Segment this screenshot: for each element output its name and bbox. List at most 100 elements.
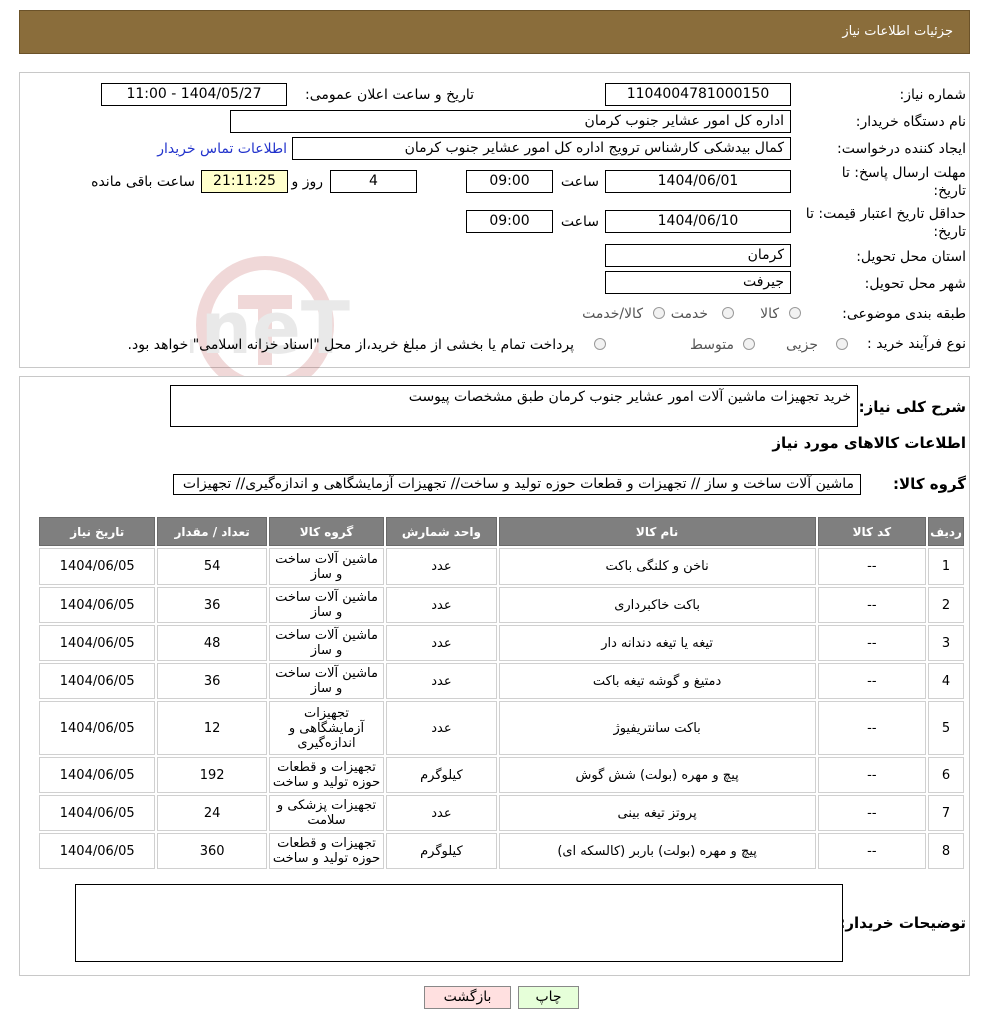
cell-qty: 12 <box>157 701 267 755</box>
cell-date: 1404/06/05 <box>39 757 156 793</box>
category-radio-goods[interactable] <box>789 307 801 319</box>
deadline-label-2: تاریخ: <box>933 183 966 199</box>
cell-code: -- <box>817 757 927 793</box>
days-remaining-field: 4 <box>330 170 417 193</box>
cell-group: تجهیزات آزمایشگاهی و اندازه‌گیری <box>268 701 385 755</box>
cell-qty: 48 <box>157 625 267 661</box>
page-title: جزئیات اطلاعات نیاز <box>842 24 953 39</box>
cell-unit: عدد <box>386 625 497 661</box>
items-table: ردیف کد کالا نام کالا واحد شمارش گروه کا… <box>37 515 966 871</box>
cell-idx: 2 <box>928 587 964 623</box>
print-button[interactable]: چاپ <box>518 986 579 1009</box>
cell-name: ناخن و کلنگی باکت <box>498 548 816 585</box>
table-row: 3 -- تیغه یا تیغه دندانه دار عدد ماشین آلات … <box>39 625 964 661</box>
deadline-time-field: 09:00 <box>466 170 553 193</box>
province-label: استان محل تحویل: <box>856 249 966 265</box>
table-header-row: ردیف کد کالا نام کالا واحد شمارش گروه کا… <box>39 517 964 546</box>
cell-group: تجهیزات و قطعات حوزه تولید و ساخت <box>268 833 385 869</box>
cell-unit: عدد <box>386 548 497 585</box>
category-option-goods: کالا <box>760 306 779 322</box>
table-row: 6 -- پیچ و مهره (بولت) شش گوش کیلوگرم تجهیزا… <box>39 757 964 793</box>
cell-idx: 4 <box>928 663 964 699</box>
cell-code: -- <box>817 548 927 585</box>
cell-idx: 7 <box>928 795 964 831</box>
cell-unit: عدد <box>386 587 497 623</box>
deadline-label: مهلت ارسال پاسخ: تا <box>841 165 966 181</box>
page-header: جزئیات اطلاعات نیاز <box>19 10 970 54</box>
process-option-minor: جزیی <box>786 337 818 353</box>
buyer-contact-link[interactable]: اطلاعات تماس خریدار <box>157 141 287 157</box>
items-table-wrapper: ردیف کد کالا نام کالا واحد شمارش گروه کا… <box>37 515 966 871</box>
validity-date-field: 1404/06/10 <box>605 210 791 233</box>
col-header-idx: ردیف <box>928 517 964 546</box>
items-title: اطلاعات کالاهای مورد نیاز <box>772 434 966 452</box>
cell-qty: 192 <box>157 757 267 793</box>
goods-group-label: گروه کالا: <box>893 475 966 493</box>
buyer-notes-field[interactable] <box>75 884 843 962</box>
validity-label: حداقل تاریخ اعتبار قیمت: تا <box>805 206 966 222</box>
back-button[interactable]: بازگشت <box>424 986 511 1009</box>
category-label: طبقه بندی موضوعی: <box>842 306 966 322</box>
col-header-unit: واحد شمارش <box>386 517 497 546</box>
col-header-date: تاریخ نیاز <box>39 517 156 546</box>
cell-group: ماشین آلات ساخت و ساز <box>268 587 385 623</box>
category-option-goods-service: کالا/خدمت <box>582 306 643 322</box>
deadline-time-label: ساعت <box>560 174 599 190</box>
process-radio-minor[interactable] <box>836 338 848 350</box>
items-table-body: 1 -- ناخن و کلنگی باکت عدد ماشین آلات ساخت و… <box>39 548 964 869</box>
cell-qty: 36 <box>157 587 267 623</box>
cell-name: باکت خاکبرداری <box>498 587 816 623</box>
cell-date: 1404/06/05 <box>39 833 156 869</box>
cell-code: -- <box>817 795 927 831</box>
cell-code: -- <box>817 587 927 623</box>
need-number-field: 1104004781000150 <box>605 83 791 106</box>
cell-code: -- <box>817 663 927 699</box>
table-row: 4 -- دمتیغ و گوشه تیغه باکت عدد ماشین آلات س… <box>39 663 964 699</box>
remaining-time-field: 21:11:25 <box>201 170 288 193</box>
cell-group: ماشین آلات ساخت و ساز <box>268 625 385 661</box>
cell-code: -- <box>817 833 927 869</box>
col-header-qty: تعداد / مقدار <box>157 517 267 546</box>
cell-name: پیچ و مهره (بولت) باربر (کالسکه ای) <box>498 833 816 869</box>
validity-time-label: ساعت <box>560 214 599 230</box>
cell-idx: 3 <box>928 625 964 661</box>
days-label: روز و <box>291 174 324 190</box>
cell-name: پیچ و مهره (بولت) شش گوش <box>498 757 816 793</box>
announce-label: تاریخ و ساعت اعلان عمومی: <box>305 87 474 103</box>
deadline-date-field: 1404/06/01 <box>605 170 791 193</box>
cell-group: تجهیزات پزشکی و سلامت <box>268 795 385 831</box>
process-radio-medium[interactable] <box>743 338 755 350</box>
cell-name: دمتیغ و گوشه تیغه باکت <box>498 663 816 699</box>
province-field: کرمان <box>605 244 791 267</box>
creator-field: کمال بیدشکی کارشناس ترویج اداره کل امور … <box>292 137 791 160</box>
cell-name: تیغه یا تیغه دندانه دار <box>498 625 816 661</box>
cell-name: باکت سانتریفیوژ <box>498 701 816 755</box>
cell-unit: عدد <box>386 663 497 699</box>
cell-code: -- <box>817 701 927 755</box>
announce-datetime-field: 1404/05/27 - 11:00 <box>101 83 287 106</box>
table-row: 1 -- ناخن و کلنگی باکت عدد ماشین آلات ساخت و… <box>39 548 964 585</box>
cell-code: -- <box>817 625 927 661</box>
buyer-notes-label: توضیحات خریدار: <box>839 914 966 932</box>
process-radio-treasury[interactable] <box>594 338 606 350</box>
process-option-medium: متوسط <box>690 337 734 353</box>
need-desc-field[interactable]: خرید تجهیزات ماشین آلات امور عشایر جنوب … <box>170 385 858 427</box>
cell-date: 1404/06/05 <box>39 701 156 755</box>
cell-unit: کیلوگرم <box>386 757 497 793</box>
cell-idx: 5 <box>928 701 964 755</box>
need-desc-text: خرید تجهیزات ماشین آلات امور عشایر جنوب … <box>408 389 851 405</box>
creator-label: ایجاد کننده درخواست: <box>837 141 966 157</box>
cell-unit: کیلوگرم <box>386 833 497 869</box>
cell-name: پروتز تیغه بینی <box>498 795 816 831</box>
cell-date: 1404/06/05 <box>39 663 156 699</box>
cell-date: 1404/06/05 <box>39 795 156 831</box>
cell-unit: عدد <box>386 701 497 755</box>
cell-idx: 8 <box>928 833 964 869</box>
goods-group-field: ماشین آلات ساخت و ساز // تجهیزات و قطعات… <box>173 474 861 495</box>
need-desc-label: شرح کلی نیاز: <box>858 398 966 416</box>
category-radio-goods-service[interactable] <box>653 307 665 319</box>
cell-idx: 1 <box>928 548 964 585</box>
validity-time-field: 09:00 <box>466 210 553 233</box>
table-row: 5 -- باکت سانتریفیوژ عدد تجهیزات آزمایشگاهی … <box>39 701 964 755</box>
category-radio-service[interactable] <box>722 307 734 319</box>
